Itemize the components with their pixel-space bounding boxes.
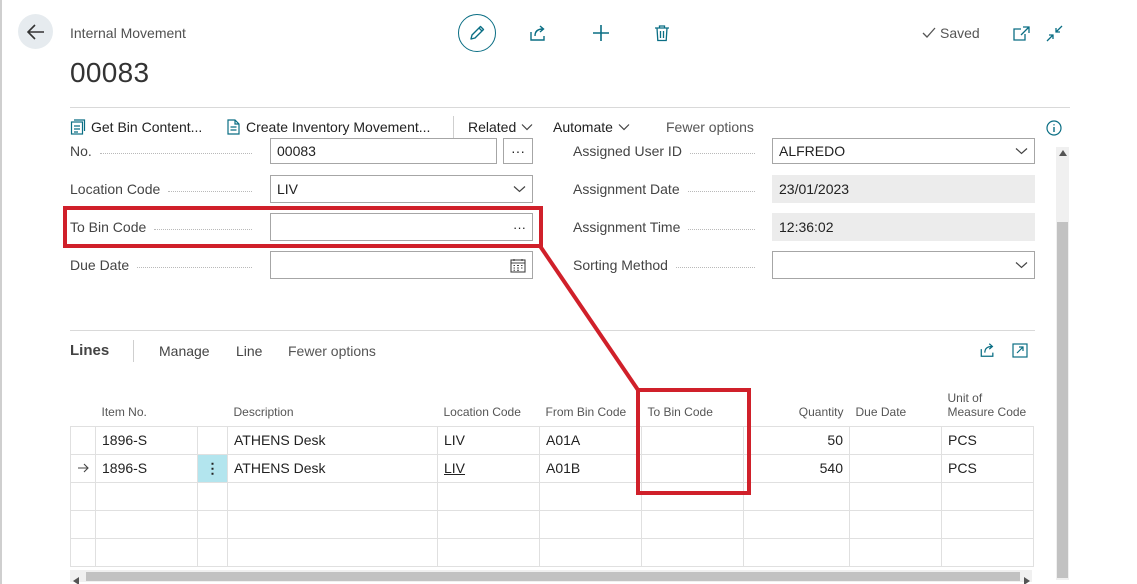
highlight-connector-line (538, 244, 640, 392)
